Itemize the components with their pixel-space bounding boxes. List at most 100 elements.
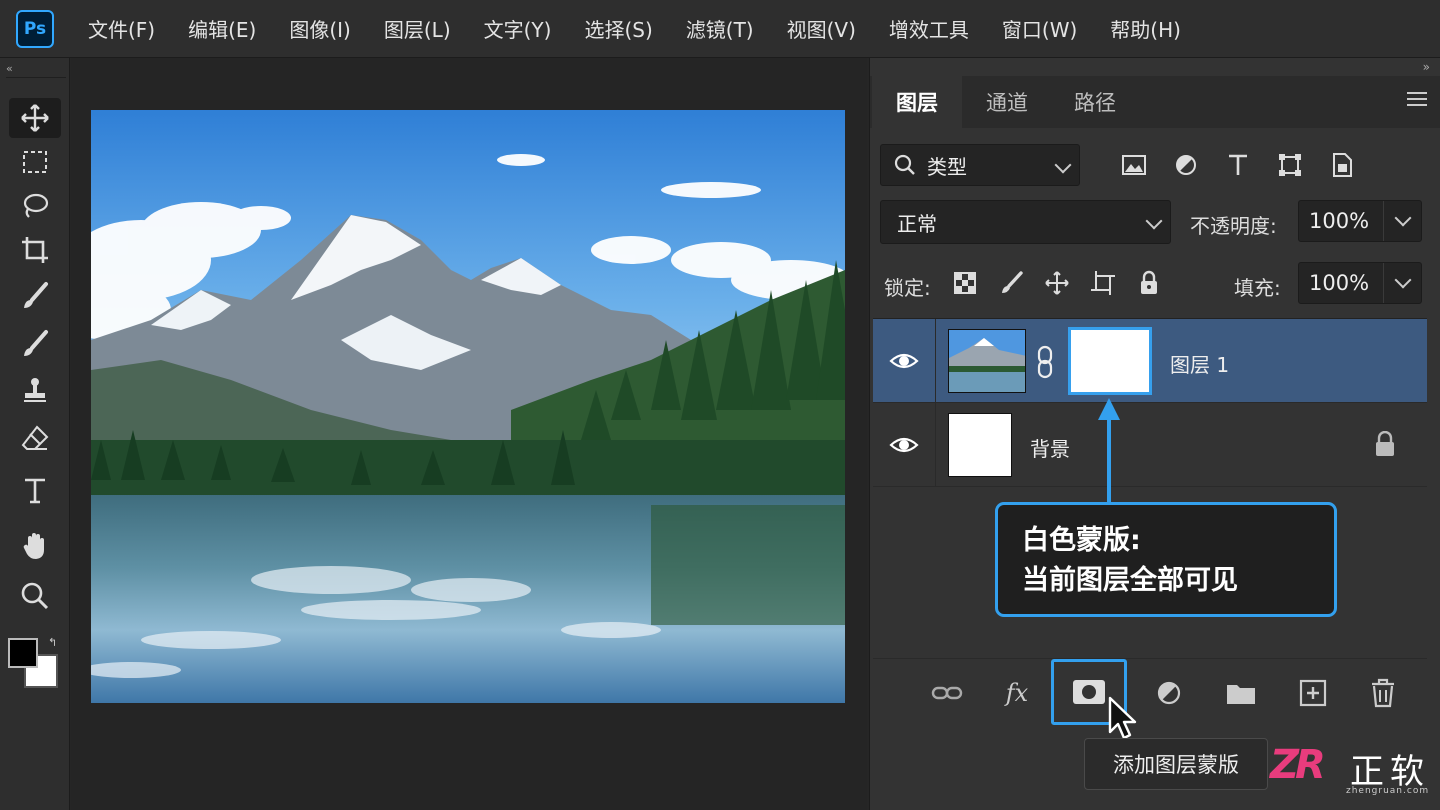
hand-tool[interactable] <box>9 526 61 566</box>
eye-icon[interactable] <box>889 431 919 459</box>
chevron-down-icon <box>1394 209 1412 227</box>
menu-image[interactable]: 图像(I) <box>289 14 351 43</box>
layer-thumbnail[interactable] <box>948 329 1026 393</box>
link-chain-icon[interactable] <box>1033 345 1057 379</box>
callout-title: 白色蒙版: <box>1022 525 1141 556</box>
annotation-callout: 白色蒙版: 当前图层全部可见 <box>995 502 1337 617</box>
new-adjustment-layer-button[interactable] <box>1149 675 1189 711</box>
lock-icon <box>1141 270 1157 294</box>
blend-mode-select[interactable]: 正常 <box>880 200 1171 244</box>
watermark-logo: ZR 正软 zhengruan.com <box>1270 742 1435 800</box>
fill-field[interactable]: 100% <box>1298 262 1422 304</box>
opacity-field[interactable]: 100% <box>1298 200 1422 242</box>
menu-type[interactable]: 文字(Y) <box>484 14 552 43</box>
link-icon <box>931 686 963 700</box>
new-layer-button[interactable] <box>1293 675 1333 711</box>
layer-name[interactable]: 图层 1 <box>1170 349 1229 378</box>
tooltip: 添加图层蒙版 <box>1084 738 1268 790</box>
marquee-tool[interactable] <box>9 142 61 182</box>
artboard-icon <box>1091 271 1115 295</box>
panel-tabs: 图层 通道 路径 <box>870 76 1440 128</box>
delete-layer-button[interactable] <box>1363 675 1403 711</box>
search-icon <box>894 154 915 175</box>
chevron-down-icon <box>1145 212 1163 230</box>
landscape-photo <box>91 110 845 703</box>
new-group-button[interactable] <box>1221 675 1261 711</box>
filter-adjustment-layers[interactable] <box>1160 148 1212 182</box>
eraser-icon <box>21 425 49 450</box>
zoom-tool[interactable] <box>9 576 61 616</box>
move-tool[interactable] <box>9 98 61 138</box>
chevron-down-icon <box>1054 156 1072 174</box>
collapse-toolbar-button[interactable]: « <box>6 62 66 78</box>
add-layer-style-button[interactable]: fx <box>997 675 1037 711</box>
move-icon <box>1045 271 1069 295</box>
menu-help[interactable]: 帮助(H) <box>1110 14 1181 43</box>
tab-channels[interactable]: 通道 <box>962 76 1052 128</box>
filter-pixel-layers[interactable] <box>1108 148 1160 182</box>
document-canvas-area[interactable] <box>71 58 867 810</box>
collapse-panel-button[interactable]: » <box>1423 60 1430 74</box>
lock-image-pixels-button[interactable] <box>996 268 1026 298</box>
checkerboard-icon <box>954 272 976 294</box>
document-image[interactable] <box>91 110 845 703</box>
eye-icon[interactable] <box>889 347 919 375</box>
lock-row: 锁定: 填充: 100% <box>880 262 1430 306</box>
folder-icon <box>1227 685 1255 704</box>
stamp-icon <box>24 378 46 402</box>
lasso-tool[interactable] <box>9 186 61 226</box>
layers-panel: » 图层 通道 路径 类型 正常 不透明度: 100% 锁定: 填充: 100%… <box>869 58 1440 810</box>
layer-thumbnail[interactable] <box>948 413 1012 477</box>
link-layers-button[interactable] <box>927 675 967 711</box>
foreground-color-swatch[interactable] <box>8 638 38 668</box>
layer-mask-thumbnail[interactable] <box>1068 327 1152 395</box>
crop-tool[interactable] <box>9 230 61 270</box>
lock-icon <box>1376 431 1394 456</box>
layers-panel-footer: fx <box>873 658 1427 728</box>
tab-layers[interactable]: 图层 <box>872 76 962 128</box>
watermark-brand-mark: ZR <box>1270 742 1326 788</box>
trash-icon <box>1372 678 1394 708</box>
type-tool[interactable] <box>9 470 61 510</box>
clone-stamp-tool[interactable] <box>9 370 61 410</box>
mask-icon <box>1073 680 1105 704</box>
menu-edit[interactable]: 编辑(E) <box>188 14 256 43</box>
lock-transparent-pixels-button[interactable] <box>950 268 980 298</box>
lock-position-button[interactable] <box>1042 268 1072 298</box>
move-icon <box>21 104 49 132</box>
color-swatches[interactable]: ↰ <box>6 636 62 692</box>
layer-row[interactable]: 图层 1 <box>873 319 1427 403</box>
callout-arrow <box>1098 398 1120 502</box>
menu-plugins[interactable]: 增效工具 <box>889 14 969 43</box>
filter-kind-select[interactable]: 类型 <box>880 144 1080 186</box>
brush-icon <box>24 282 48 308</box>
filter-smart-objects[interactable] <box>1316 148 1368 182</box>
menu-select[interactable]: 选择(S) <box>584 14 652 43</box>
half-circle-icon <box>1157 681 1181 705</box>
opacity-label: 不透明度: <box>1190 214 1277 238</box>
fx-icon: fx <box>1005 679 1029 707</box>
menu-layer[interactable]: 图层(L) <box>384 14 451 43</box>
panel-menu-icon[interactable] <box>1407 92 1427 110</box>
eraser-tool[interactable] <box>9 418 61 458</box>
layer-row[interactable]: 背景 <box>873 403 1427 487</box>
menu-filter[interactable]: 滤镜(T) <box>686 14 754 43</box>
hand-icon <box>23 533 44 559</box>
image-icon <box>1122 155 1146 175</box>
filter-type-layers[interactable] <box>1212 148 1264 182</box>
lasso-icon <box>23 193 49 218</box>
filter-kind-label: 类型 <box>927 154 967 179</box>
menu-file[interactable]: 文件(F) <box>88 14 155 43</box>
lock-label: 锁定: <box>884 276 931 300</box>
swap-colors-icon[interactable]: ↰ <box>48 636 57 649</box>
healing-brush-tool[interactable] <box>9 276 61 316</box>
menu-view[interactable]: 视图(V) <box>787 14 856 43</box>
menu-window[interactable]: 窗口(W) <box>1002 14 1077 43</box>
layer-name[interactable]: 背景 <box>1030 433 1070 462</box>
tab-paths[interactable]: 路径 <box>1052 76 1138 128</box>
filter-shape-layers[interactable] <box>1264 148 1316 182</box>
lock-all-button[interactable] <box>1134 268 1164 298</box>
brush-tool[interactable] <box>9 324 61 364</box>
filter-icons <box>1108 148 1368 182</box>
lock-artboard-button[interactable] <box>1088 268 1118 298</box>
